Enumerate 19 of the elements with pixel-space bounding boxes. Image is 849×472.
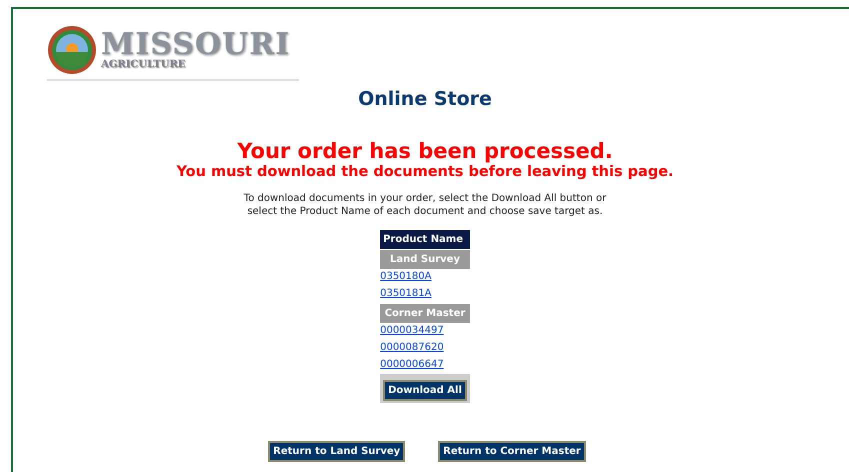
logo-title: MISSOURI [101,30,290,60]
document-link[interactable]: 0000087620 [380,340,470,358]
warning-text: You must download the documents before leaving this page. [175,162,675,182]
return-button[interactable]: Return to Land Survey [268,441,406,462]
document-link[interactable]: 0000034497 [380,323,470,340]
group-header: Corner Master [380,304,470,324]
seal-icon [47,25,97,75]
instruction-text: select the Product Name of each document and choose save target as. [247,206,603,217]
column-header: Product Name [380,230,470,250]
logo-subtitle: AGRICULTURE [101,60,186,70]
instruction-text: To download documents in your order, select the Download All button or [244,193,606,204]
page-title: Online Store [357,87,493,112]
document-link[interactable]: 0000006647 [380,357,470,374]
document-link[interactable]: 0350180A [380,269,470,286]
group-header: Land Survey [380,250,470,270]
download-all-button[interactable]: Download All [383,380,467,402]
document-link[interactable]: 0350181A [380,286,470,304]
return-button[interactable]: Return to Corner Master [438,441,586,462]
order-headline: Your order has been processed. [236,140,614,163]
